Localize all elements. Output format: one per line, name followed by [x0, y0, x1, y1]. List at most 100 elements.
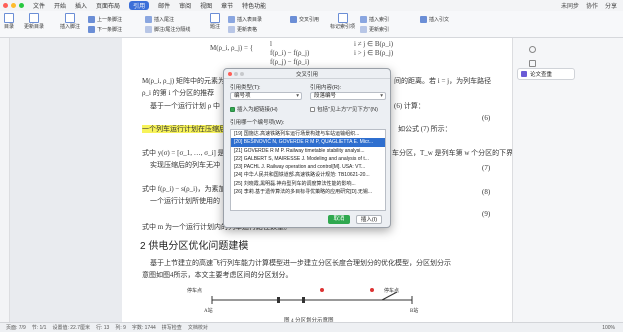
refresh-small-icon: [228, 26, 235, 33]
insert-hyperlink-checkbox[interactable]: 插入为超链接(H): [230, 105, 278, 113]
sync-status[interactable]: 未同步: [561, 1, 579, 10]
equation-top-cond-1: i ≠ j ∈ B(ρ_i): [354, 40, 394, 48]
caption-icon: [210, 13, 220, 23]
figure-marker-2: [302, 297, 305, 303]
dialog-close-icon[interactable]: [228, 72, 232, 76]
cross-reference-dialog: 交叉引用 引用类型(T): 引用内容(R): 编号项 ▾ 段落编号 ▾ 插入为超…: [223, 68, 391, 228]
doc-para-3: 基于一个运行计划 ρ 中: [150, 102, 220, 110]
insert-button[interactable]: 插入(I): [356, 215, 382, 224]
share-button[interactable]: 分享: [605, 1, 617, 10]
reference-list[interactable]: [19] 国施达.高速铁路列车运行场景构建与车站运输组织... [20] BEŠ…: [230, 129, 386, 211]
footnote-separator-button[interactable]: 脚注/尾注分隔线: [145, 26, 190, 33]
list-item[interactable]: [19] 国施达.高速铁路列车运行场景构建与车站运输组织...: [231, 130, 385, 138]
endnote-icon: [145, 16, 152, 23]
doc-check-button[interactable]: 文档校对: [188, 324, 208, 331]
highlighted-text: 一个列车运行计划在压缩后: [142, 125, 226, 133]
status-setting: 设置值: 22.7厘米: [52, 325, 90, 331]
figure-signal-1: [320, 288, 324, 292]
figure-label-right: 停车点: [384, 289, 400, 294]
equation-number-7: (7): [482, 164, 491, 172]
spell-check-toggle[interactable]: 拼写检查: [162, 324, 182, 331]
mark-index-button[interactable]: 标记索引项: [330, 13, 355, 30]
insert-footnote-button[interactable]: 插入脚注: [60, 13, 80, 30]
ref-type-select[interactable]: 编号项 ▾: [230, 92, 302, 100]
menu-page-layout[interactable]: 页面布局: [96, 1, 120, 10]
section-heading: 2 供电分区优化问题建模: [140, 241, 249, 252]
cancel-button[interactable]: 取消: [328, 215, 350, 224]
menu-chapter[interactable]: 章节: [221, 1, 233, 10]
caption-button[interactable]: 题注: [210, 13, 220, 30]
menu-mail[interactable]: 邮件: [158, 1, 170, 10]
equation-top-row-1: l: [270, 40, 272, 48]
doc-para-1: M(ρ_i, ρ_j) 矩阵中的元素为: [142, 77, 226, 85]
zoom-level[interactable]: 100%: [602, 325, 615, 331]
doc-body-2: 意图如图4所示，本文主要考虑区间的分区划分。: [142, 271, 293, 279]
list-item[interactable]: [24] 中华人民共和国铁道部.高速铁路设计规范: TB10621-20...: [231, 171, 385, 179]
prev-footnote-button[interactable]: 上一条脚注: [88, 16, 122, 23]
figure-station-b: B站: [410, 309, 419, 314]
update-toc-button[interactable]: 更新目录: [24, 13, 44, 30]
mark-index-icon: [337, 13, 348, 23]
doc-para-4-right: 车分区，T_w 是列车第 w 个分区的下界。: [392, 149, 521, 157]
status-words[interactable]: 字数: 1744: [132, 324, 156, 331]
ribbon-toolbar: 目录 更新目录 插入脚注 上一条脚注 下一条脚注 插入尾注 脚注/尾注分隔线 题…: [0, 11, 623, 38]
index-icon: [360, 16, 367, 23]
cross-reference-button[interactable]: 交叉引用: [290, 16, 319, 23]
help-icon[interactable]: [529, 46, 536, 53]
paper-check-icon: [521, 71, 527, 77]
doc-para-2: ρ_i 的第 i 个分区的推荐: [142, 89, 215, 97]
list-item[interactable]: [25] 刘晓霞,黑明磊.神舟型列车的调度算法性能的影响...: [231, 180, 385, 188]
left-nav-strip: [0, 38, 10, 322]
list-item[interactable]: [26] 李莉.基于遗传算法的多目标寻优策略的应用研究[D].无锡...: [231, 188, 385, 196]
maximize-window-icon[interactable]: [19, 3, 24, 8]
list-item-selected[interactable]: [20] BEŠINOVIĆ N, GOVERDE R M P, QUAGLIE…: [231, 138, 385, 147]
equation-top-lhs: M(ρ_i, ρ_j) = {: [210, 44, 254, 52]
equation-top-row-2: f(ρ_i) − f(ρ_j): [270, 49, 310, 57]
menu-insert[interactable]: 插入: [75, 1, 87, 10]
figure-marker-1: [277, 297, 280, 303]
paper-check-button[interactable]: 论文查重: [517, 68, 575, 80]
status-row: 行: 13: [95, 325, 110, 331]
above-below-checkbox[interactable]: 包括"见上方"/"见下方"(N): [310, 105, 378, 113]
menu-review[interactable]: 审阅: [179, 1, 191, 10]
checkbox-checked-icon: [230, 106, 235, 112]
list-item[interactable]: [23] PACHL J. Railway operation and cont…: [231, 163, 385, 171]
right-side-panel: 论文查重: [512, 38, 623, 322]
update-table-button[interactable]: 更新表格: [228, 26, 257, 33]
citation-icon: [420, 16, 427, 23]
chevron-down-icon: ▾: [380, 93, 383, 99]
up-arrow-icon: [88, 16, 95, 23]
ref-content-select[interactable]: 段落编号 ▾: [310, 92, 386, 100]
settings-icon[interactable]: [529, 60, 536, 67]
insert-endnote-button[interactable]: 插入尾注: [145, 16, 174, 23]
equation-number-8: (8): [482, 188, 491, 196]
insert-table-toc-button[interactable]: 插入表目录: [228, 16, 262, 23]
status-col: 列: 9: [115, 325, 126, 331]
list-item[interactable]: [21] GOVERDE R M P. Railway timetable st…: [231, 147, 385, 155]
footnote-icon: [65, 13, 75, 23]
dialog-title: 交叉引用: [295, 71, 318, 78]
refresh-icon: [29, 13, 39, 23]
update-index-button[interactable]: 更新索引: [360, 26, 389, 33]
menu-file[interactable]: 文件: [33, 1, 45, 10]
status-bar: 页面: 7/9 节: 1/1 设置值: 22.7厘米 行: 13 列: 9 字数…: [0, 322, 623, 332]
toc-button[interactable]: 目录: [4, 13, 14, 30]
menu-references[interactable]: 引用: [129, 1, 150, 10]
insert-citation-button[interactable]: 插入引文: [420, 16, 449, 23]
list-item[interactable]: [22] GALBERT S, MAIRESSE J. Modeling and…: [231, 155, 385, 163]
doc-para-5: 实现压缩后的列车无冲: [150, 161, 220, 169]
doc-para-7: 一个运行计划所使用的: [150, 197, 220, 205]
dialog-minimize-icon: [234, 72, 238, 76]
equation-top-row-3: f(ρ_j) − f(ρ_i): [270, 58, 310, 66]
close-window-icon[interactable]: [3, 3, 8, 8]
insert-index-button[interactable]: 插入索引: [360, 16, 389, 23]
menu-features[interactable]: 特色功能: [242, 1, 266, 10]
status-page[interactable]: 页面: 7/9: [6, 324, 26, 331]
next-footnote-button[interactable]: 下一条脚注: [88, 26, 122, 33]
menu-view[interactable]: 视图: [200, 1, 212, 10]
minimize-window-icon[interactable]: [11, 3, 16, 8]
down-arrow-icon: [88, 26, 95, 33]
title-bar: 文件 开始 插入 页面布局 引用 邮件 审阅 视图 章节 特色功能 未同步 协作…: [0, 0, 623, 11]
collab-button[interactable]: 协作: [586, 1, 598, 10]
menu-home[interactable]: 开始: [54, 1, 66, 10]
